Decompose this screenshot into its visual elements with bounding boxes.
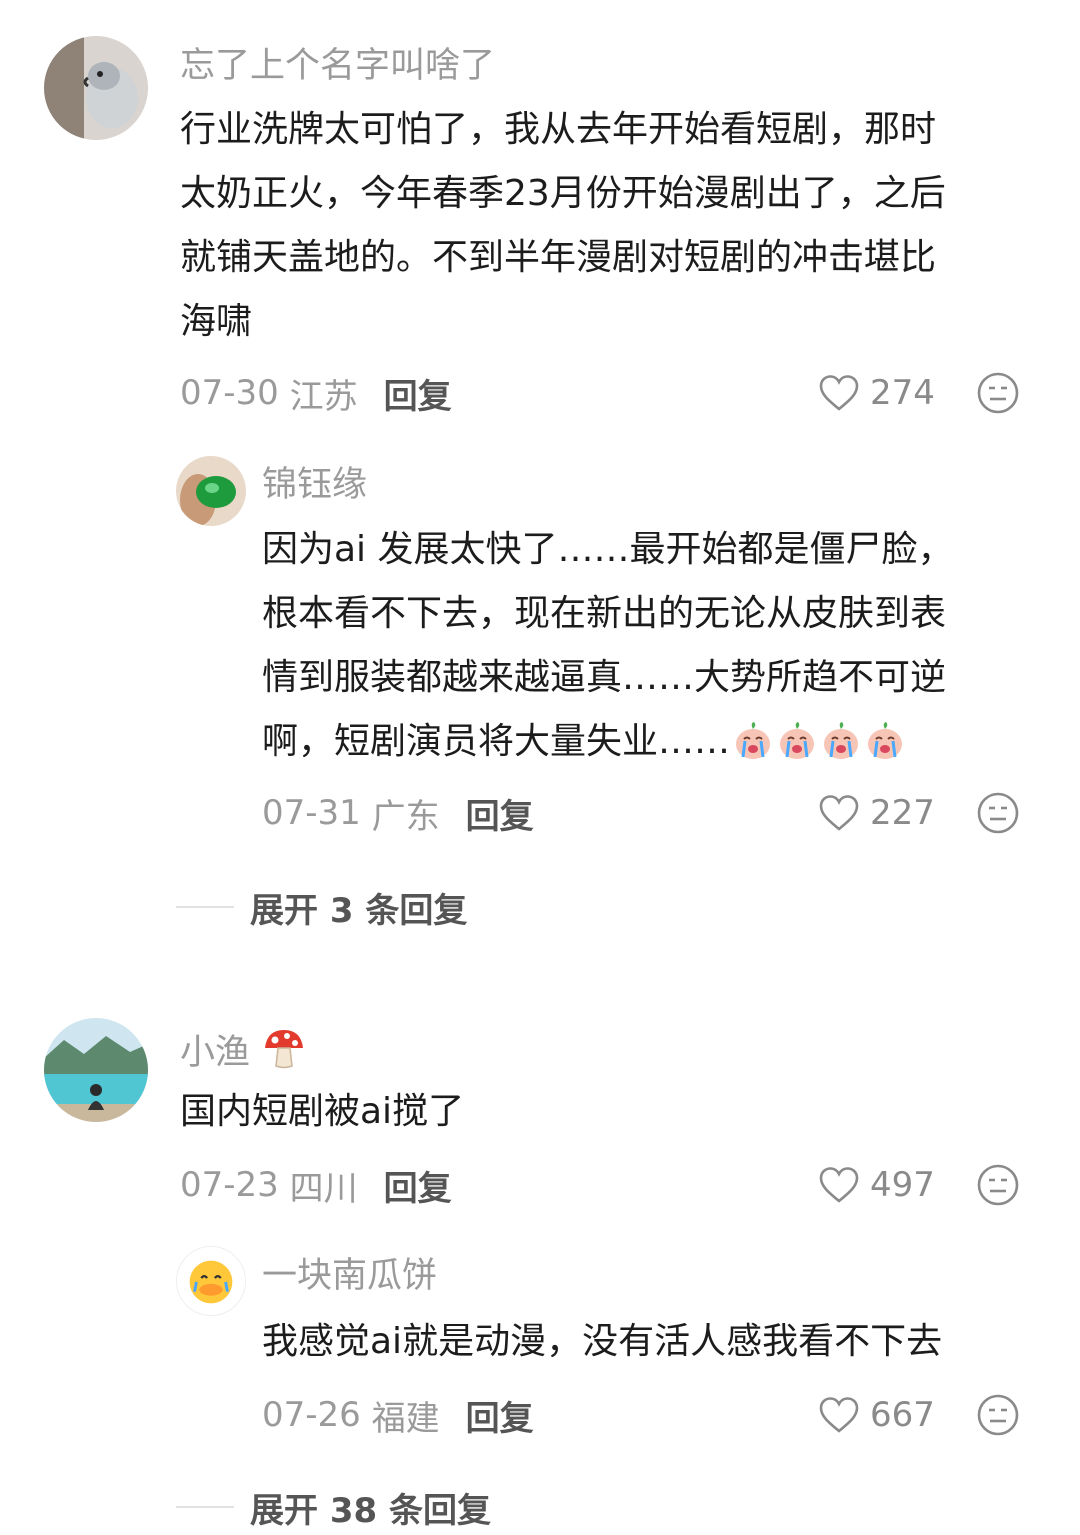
expand-label: 展开 38 条回复 — [250, 1490, 491, 1531]
reply-button[interactable]: 回复 — [384, 1161, 452, 1210]
like-count: 274 — [870, 373, 935, 413]
comment-line: 因为ai 发展太快了……最开始都是僵尸脸， — [262, 529, 954, 570]
divider-line — [176, 906, 234, 908]
dislike-icon[interactable] — [976, 1163, 1020, 1207]
comment-date: 07-31 — [262, 793, 361, 833]
avatar[interactable] — [176, 456, 246, 526]
like-button[interactable]: 497 — [818, 1160, 935, 1210]
like-button[interactable]: 274 — [818, 368, 935, 418]
heart-icon — [819, 795, 859, 831]
comment-text: 国内短剧被ai搅了 — [180, 1080, 464, 1144]
comment-meta: 07-23 四川 回复 — [180, 1160, 452, 1210]
comment-location: 广东 — [371, 796, 440, 837]
comment-text: 行业洗牌太可怕了，我从去年开始看短剧，那时 太奶正火，今年春季23月份开始漫剧出… — [180, 98, 946, 354]
dislike-icon[interactable] — [976, 1393, 1020, 1437]
reply-button[interactable]: 回复 — [384, 369, 452, 418]
comment-line: 太奶正火，今年春季23月份开始漫剧出了，之后 — [180, 173, 946, 214]
crying-emoji-icon — [868, 722, 903, 759]
like-button[interactable]: 667 — [818, 1390, 935, 1440]
username[interactable]: 锦钰缘 — [262, 463, 367, 507]
mushroom-icon — [265, 1030, 304, 1069]
reply-button[interactable]: 回复 — [466, 1391, 534, 1440]
expand-replies-button[interactable]: 展开 3 条回复 — [176, 882, 467, 932]
comment-meta: 07-31 广东 回复 — [262, 788, 534, 838]
expand-label: 展开 3 条回复 — [250, 890, 468, 931]
reply-button[interactable]: 回复 — [466, 789, 534, 838]
avatar[interactable] — [176, 1246, 246, 1316]
dislike-icon[interactable] — [976, 371, 1020, 415]
avatar[interactable] — [44, 36, 148, 140]
like-count: 667 — [870, 1395, 935, 1435]
username[interactable]: 小渔 — [180, 1026, 307, 1075]
comment-line: 我感觉ai就是动漫，没有活人感我看不下去 — [262, 1321, 943, 1362]
like-button[interactable]: 227 — [818, 788, 935, 838]
crying-emoji-icon — [824, 722, 859, 759]
comment-line: 情到服装都越来越逼真……大势所趋不可逆 — [262, 657, 947, 698]
like-count: 497 — [870, 1165, 935, 1205]
username[interactable]: 忘了上个名字叫啥了 — [180, 44, 495, 88]
comment-location: 江苏 — [289, 376, 358, 417]
comment-meta: 07-26 福建 回复 — [262, 1390, 534, 1440]
heart-icon — [819, 1167, 859, 1203]
comment-text: 我感觉ai就是动漫，没有活人感我看不下去 — [262, 1310, 942, 1374]
username[interactable]: 一块南瓜饼 — [262, 1254, 437, 1298]
comment-location: 福建 — [371, 1398, 440, 1439]
like-count: 227 — [870, 793, 935, 833]
crying-emoji-icon — [780, 722, 815, 759]
comment-date: 07-30 — [180, 373, 279, 413]
avatar[interactable] — [44, 1018, 148, 1122]
comment-line: 根本看不下去，现在新出的无论从皮肤到表 — [262, 593, 947, 634]
comment-text: 因为ai 发展太快了……最开始都是僵尸脸， 根本看不下去，现在新出的无论从皮肤到… — [262, 518, 954, 774]
comment-line: 就铺天盖地的。不到半年漫剧对短剧的冲击堪比 — [180, 237, 937, 278]
crying-emoji-icon — [736, 722, 771, 759]
heart-icon — [819, 1397, 859, 1433]
heart-icon — [819, 375, 859, 411]
comment-line: 海啸 — [180, 301, 253, 342]
comment-date: 07-23 — [180, 1165, 279, 1205]
expand-replies-button[interactable]: 展开 38 条回复 — [176, 1482, 491, 1532]
comment-meta: 07-30 江苏 回复 — [180, 368, 452, 418]
comment-line: 国内短剧被ai搅了 — [180, 1091, 465, 1132]
comment-location: 四川 — [289, 1168, 358, 1209]
dislike-icon[interactable] — [976, 791, 1020, 835]
comment-date: 07-26 — [262, 1395, 361, 1435]
comment-line: 行业洗牌太可怕了，我从去年开始看短剧，那时 — [180, 109, 937, 150]
comment-line: 啊，短剧演员将大量失业…… — [262, 710, 954, 774]
divider-line — [176, 1506, 234, 1508]
